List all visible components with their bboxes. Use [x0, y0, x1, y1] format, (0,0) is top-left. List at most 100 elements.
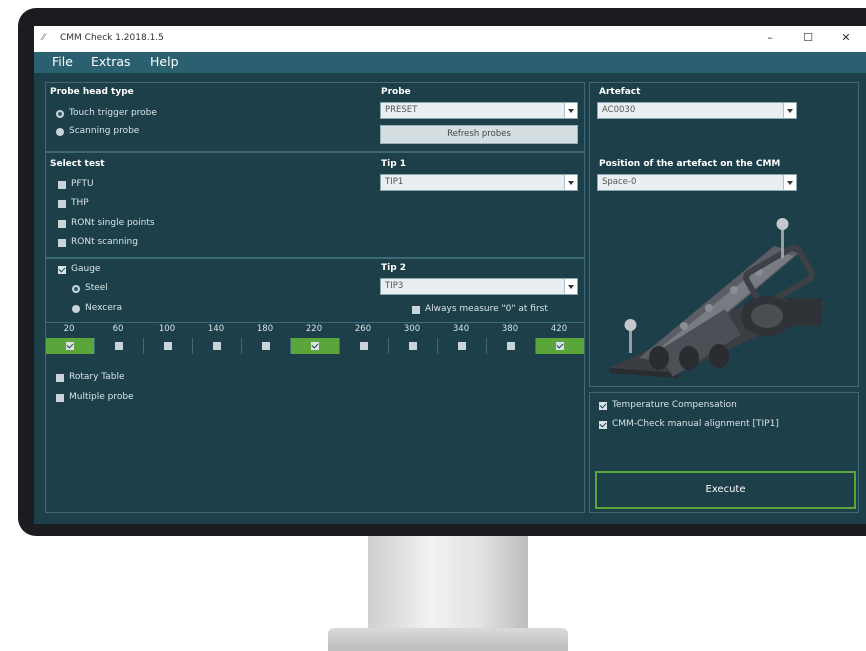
gauge-value-checkbox[interactable]	[311, 342, 319, 350]
probe-select-value: PRESET	[385, 105, 418, 115]
tip2-select[interactable]: TIP3	[380, 278, 578, 295]
position-select-value: Space-0	[602, 177, 637, 187]
probe-select[interactable]: PRESET	[380, 102, 578, 119]
rotary-table-checkbox[interactable]	[56, 374, 64, 382]
manual-alignment-label: CMM-Check manual alignment [TIP1]	[612, 419, 779, 429]
gauge-value-label: 300	[403, 324, 421, 334]
tip2-heading: Tip 2	[381, 263, 407, 273]
nexcera-radio[interactable]	[72, 305, 80, 313]
artefact-select-value: AC0030	[602, 105, 636, 115]
gauge-value-label: 60	[112, 324, 124, 334]
menu-extras[interactable]: Extras	[91, 54, 131, 69]
multiple-probe-checkbox[interactable]	[56, 394, 64, 402]
gauge-value-cell[interactable]	[487, 338, 536, 354]
tip2-select-value: TIP3	[385, 281, 404, 291]
thp-checkbox[interactable]	[58, 200, 66, 208]
probe-heading: Probe	[381, 87, 411, 97]
chevron-down-icon	[783, 103, 796, 118]
tip1-heading: Tip 1	[381, 159, 407, 169]
scanning-probe-label: Scanning probe	[69, 126, 140, 136]
probe-head-heading: Probe head type	[50, 87, 134, 97]
close-button[interactable]: ✕	[836, 31, 856, 44]
chevron-down-icon	[564, 175, 577, 190]
artefact-heading: Artefact	[599, 87, 641, 97]
chevron-down-icon	[564, 103, 577, 118]
gauge-checkbox[interactable]	[58, 266, 66, 274]
position-heading: Position of the artefact on the CMM	[599, 159, 781, 169]
gauge-label: Gauge	[71, 264, 101, 274]
chevron-down-icon	[564, 279, 577, 294]
gauge-value-cell[interactable]	[389, 338, 438, 354]
gauge-value-checkbox[interactable]	[507, 342, 515, 350]
gauge-value-cell[interactable]	[193, 338, 242, 354]
gauge-value-checkbox[interactable]	[66, 342, 74, 350]
nexcera-label: Nexcera	[85, 303, 122, 313]
ront-single-label: RONt single points	[71, 218, 155, 228]
tip1-select[interactable]: TIP1	[380, 174, 578, 191]
select-test-heading: Select test	[50, 159, 105, 169]
maximize-button[interactable]: ☐	[798, 31, 818, 44]
refresh-probes-button[interactable]: Refresh probes	[380, 125, 578, 144]
execute-button[interactable]: Execute	[595, 471, 856, 509]
gauge-value-cell[interactable]	[46, 338, 95, 354]
tip1-select-value: TIP1	[385, 177, 404, 187]
ront-single-checkbox[interactable]	[58, 220, 66, 228]
gauge-value-checkbox[interactable]	[164, 342, 172, 350]
gauge-value-cell[interactable]	[536, 338, 585, 354]
menu-file[interactable]: File	[52, 54, 73, 69]
gauge-value-label: 420	[550, 324, 568, 334]
gauge-value-checkbox[interactable]	[360, 342, 368, 350]
monitor-stand	[368, 536, 528, 636]
position-select[interactable]: Space-0	[597, 174, 797, 191]
touch-trigger-label: Touch trigger probe	[69, 108, 157, 118]
monitor-base	[328, 628, 568, 651]
gauge-value-checkbox[interactable]	[409, 342, 417, 350]
window-title: CMM Check 1.2018.1.5	[60, 33, 164, 43]
gauge-value-label: 220	[305, 324, 323, 334]
chevron-down-icon	[783, 175, 796, 190]
scale-divider	[45, 322, 585, 323]
gauge-value-cell[interactable]	[95, 338, 144, 354]
gauge-value-label: 260	[354, 324, 372, 334]
gauge-value-label: 20	[63, 324, 75, 334]
menu-help[interactable]: Help	[150, 54, 179, 69]
gauge-value-checkbox[interactable]	[262, 342, 270, 350]
pftu-checkbox[interactable]	[58, 181, 66, 189]
ront-scanning-checkbox[interactable]	[58, 239, 66, 247]
gauge-value-checkbox[interactable]	[213, 342, 221, 350]
manual-alignment-checkbox[interactable]	[599, 421, 607, 429]
gauge-value-checkbox[interactable]	[556, 342, 564, 350]
artefact-select[interactable]: AC0030	[597, 102, 797, 119]
gauge-value-checkbox[interactable]	[115, 342, 123, 350]
artefact-image	[609, 218, 829, 378]
steel-radio[interactable]	[72, 285, 80, 293]
always-measure-label: Always measure "0" at first	[425, 304, 548, 314]
minimize-button[interactable]: –	[760, 31, 780, 44]
app-icon: ⁄⁄	[42, 33, 46, 43]
multiple-probe-label: Multiple probe	[69, 392, 134, 402]
temperature-comp-label: Temperature Compensation	[612, 400, 737, 410]
gauge-value-cell[interactable]	[144, 338, 193, 354]
menu-bar: File Extras Help	[34, 52, 866, 73]
gauge-value-cell[interactable]	[438, 338, 487, 354]
gauge-value-label: 340	[452, 324, 470, 334]
gauge-value-label: 140	[207, 324, 225, 334]
gauge-value-checkbox[interactable]	[458, 342, 466, 350]
rotary-table-label: Rotary Table	[69, 372, 125, 382]
title-bar: ⁄⁄ CMM Check 1.2018.1.5 – ☐ ✕	[34, 26, 866, 52]
app-window: ⁄⁄ CMM Check 1.2018.1.5 – ☐ ✕ File Extra…	[34, 26, 866, 524]
gauge-value-label: 100	[158, 324, 176, 334]
gauge-value-label: 180	[256, 324, 274, 334]
always-measure-checkbox[interactable]	[412, 306, 420, 314]
temperature-comp-checkbox[interactable]	[599, 402, 607, 410]
gauge-value-cell[interactable]	[340, 338, 389, 354]
thp-label: THP	[71, 198, 89, 208]
steel-label: Steel	[85, 283, 108, 293]
ront-scanning-label: RONt scanning	[71, 237, 138, 247]
touch-trigger-radio[interactable]	[56, 110, 64, 118]
gauge-value-cell[interactable]	[291, 338, 340, 354]
scanning-probe-radio[interactable]	[56, 128, 64, 136]
gauge-value-cell[interactable]	[242, 338, 291, 354]
gauge-panel	[45, 258, 585, 513]
gauge-value-label: 380	[501, 324, 519, 334]
